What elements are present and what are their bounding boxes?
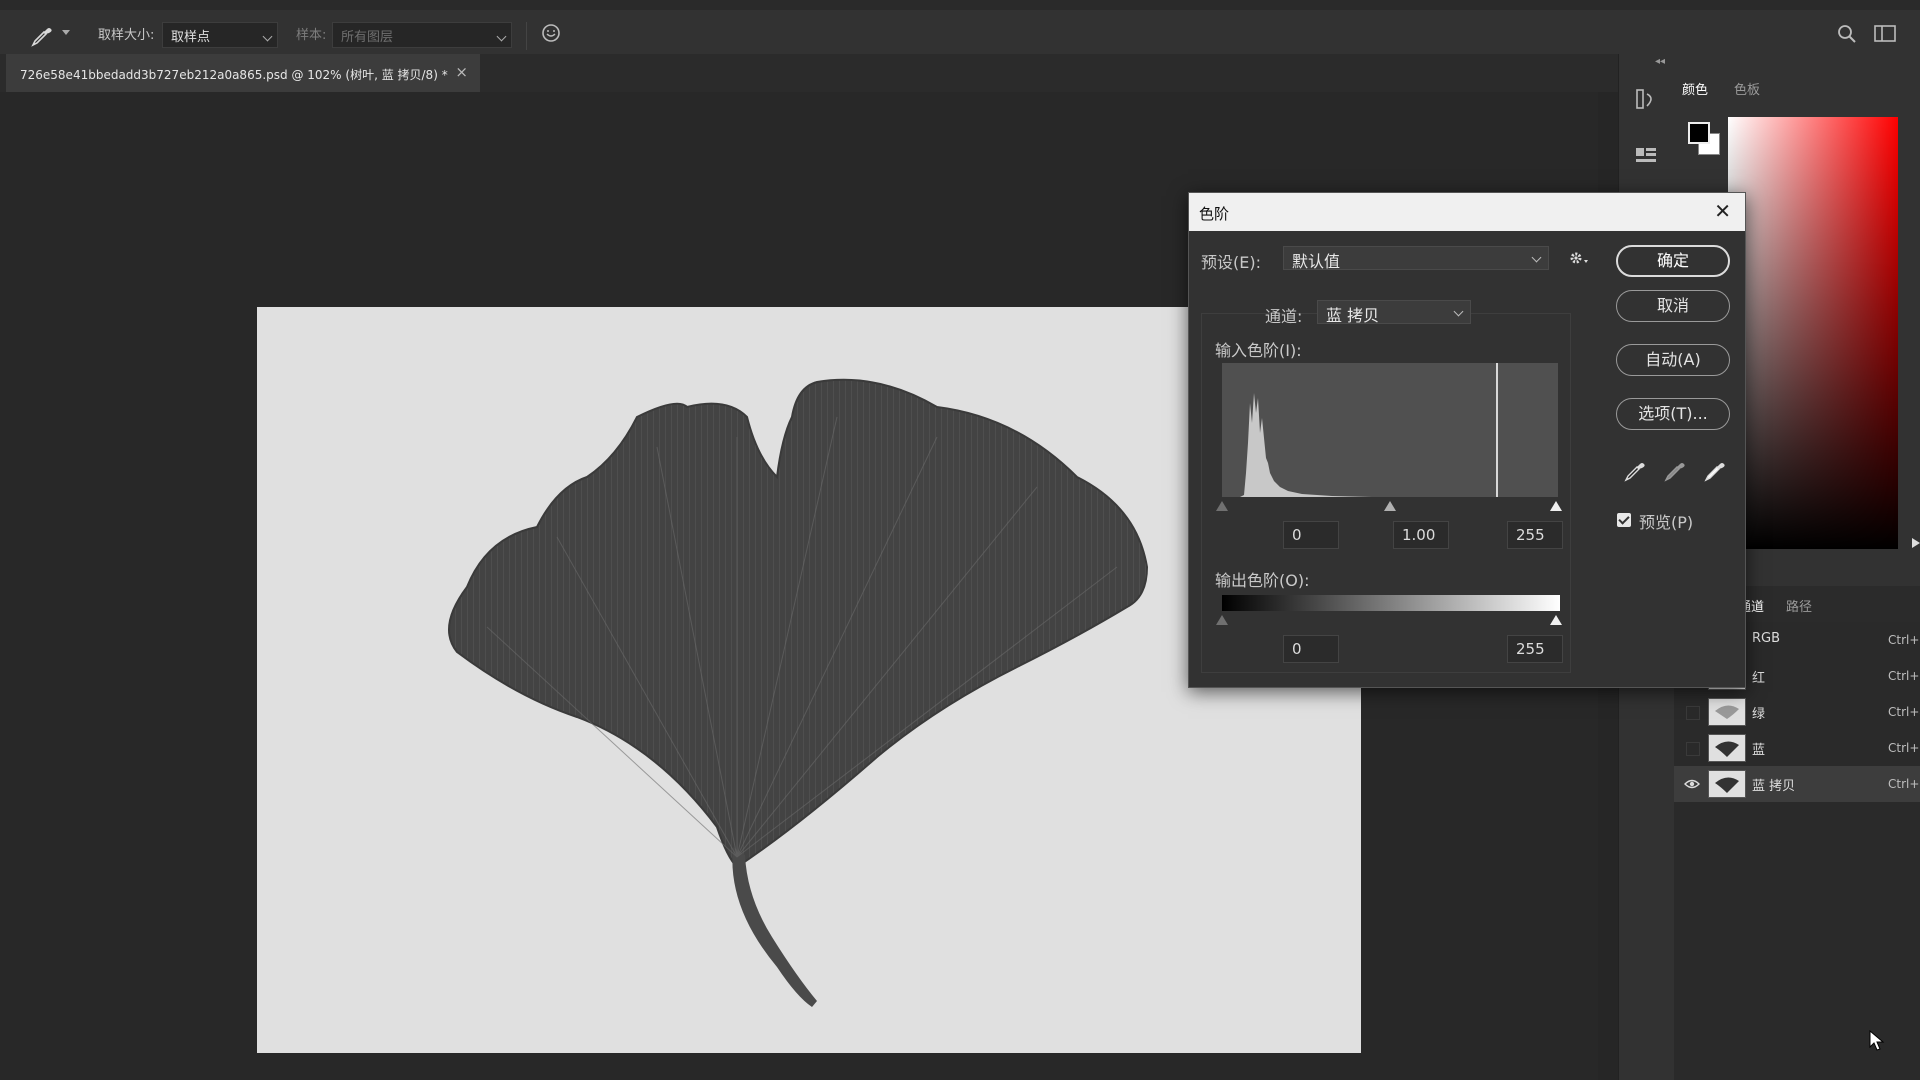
output-white-slider[interactable] bbox=[1550, 615, 1562, 625]
channel-name: 蓝 bbox=[1752, 743, 1766, 758]
sample-value: 所有图层 bbox=[341, 30, 394, 45]
input-levels-label: 输入色阶(I): bbox=[1215, 341, 1302, 360]
close-icon[interactable]: ✕ bbox=[1714, 199, 1731, 223]
channel-thumbnail bbox=[1708, 698, 1746, 726]
eyedropper-tool-preset[interactable] bbox=[30, 22, 62, 50]
output-levels-label: 输出色阶(O): bbox=[1215, 571, 1310, 590]
auto-button[interactable]: 自动(A) bbox=[1616, 344, 1730, 376]
cancel-button[interactable]: 取消 bbox=[1616, 290, 1730, 322]
sample-select[interactable]: 所有图层 bbox=[332, 22, 512, 48]
sample-size-select[interactable]: 取样点 bbox=[162, 22, 278, 48]
input-black-slider[interactable] bbox=[1216, 501, 1228, 511]
history-panel-icon[interactable] bbox=[1633, 86, 1661, 114]
channel-value: 蓝 拷贝 bbox=[1326, 306, 1380, 325]
channel-shortcut: Ctrl+4 bbox=[1888, 705, 1920, 719]
sample-size-label: 取样大小: bbox=[98, 28, 155, 43]
histogram bbox=[1222, 363, 1558, 497]
visibility-toggle[interactable] bbox=[1686, 706, 1700, 720]
tab-color[interactable]: 颜色 bbox=[1682, 79, 1708, 98]
hue-slider-marker[interactable] bbox=[1912, 538, 1920, 548]
divider bbox=[526, 22, 527, 50]
gray-point-eyedropper-icon[interactable] bbox=[1663, 459, 1687, 483]
sample-label: 样本: bbox=[296, 28, 327, 43]
document-tab-title: 726e58e41bbedadd3b727eb212a0a865.psd @ 1… bbox=[20, 68, 448, 82]
foreground-color-swatch[interactable] bbox=[1688, 122, 1710, 144]
channels-list: RGB Ctrl+2 红 Ctrl+3 绿 Ctrl+4 蓝 Ctrl+5 bbox=[1674, 622, 1920, 1080]
white-point-eyedropper-icon[interactable] bbox=[1703, 459, 1727, 483]
eyedropper-icon bbox=[31, 28, 52, 47]
channel-name: RGB bbox=[1752, 631, 1781, 646]
input-white-field[interactable]: 255 bbox=[1507, 521, 1563, 549]
input-black-field[interactable]: 0 bbox=[1283, 521, 1339, 549]
input-white-slider[interactable] bbox=[1550, 501, 1562, 511]
channel-thumbnail bbox=[1708, 734, 1746, 762]
input-gamma-slider[interactable] bbox=[1384, 501, 1396, 511]
channel-label: 通道: bbox=[1265, 307, 1303, 326]
document-tab-bar: 726e58e41bbedadd3b727eb212a0a865.psd @ 1… bbox=[0, 54, 1618, 92]
channel-row-blue[interactable]: 蓝 Ctrl+5 bbox=[1674, 730, 1920, 766]
mouse-cursor-icon bbox=[1869, 1029, 1885, 1056]
output-black-slider[interactable] bbox=[1216, 615, 1228, 625]
properties-panel-icon[interactable] bbox=[1633, 142, 1661, 170]
histogram-graph bbox=[1240, 363, 1498, 497]
channel-row-blue-copy[interactable]: 蓝 拷贝 Ctrl+6 bbox=[1674, 766, 1920, 802]
chevron-down-icon bbox=[262, 31, 273, 42]
tab-swatches[interactable]: 色板 bbox=[1734, 79, 1760, 98]
visibility-toggle[interactable] bbox=[1686, 742, 1700, 756]
black-point-eyedropper-icon[interactable] bbox=[1623, 459, 1647, 483]
preset-select[interactable]: 默认值 bbox=[1283, 246, 1549, 271]
output-gradient-bar bbox=[1222, 595, 1560, 611]
preview-checkbox[interactable] bbox=[1617, 513, 1631, 527]
close-icon[interactable]: × bbox=[455, 63, 468, 81]
color-picker-field[interactable] bbox=[1728, 117, 1898, 549]
channel-name: 蓝 拷贝 bbox=[1752, 779, 1796, 794]
sample-size-value: 取样点 bbox=[171, 30, 211, 45]
options-bar: 取样大小: 取样点 样本: 所有图层 bbox=[0, 0, 1920, 54]
chevron-down-icon bbox=[496, 31, 507, 42]
channel-name: 红 bbox=[1752, 671, 1766, 686]
options-button[interactable]: 选项(T)... bbox=[1616, 398, 1730, 430]
ok-button[interactable]: 确定 bbox=[1616, 245, 1730, 277]
channel-shortcut: Ctrl+6 bbox=[1888, 777, 1920, 791]
chevron-down-icon[interactable] bbox=[62, 30, 70, 35]
tab-paths[interactable]: 路径 bbox=[1786, 596, 1812, 615]
channel-name: 绿 bbox=[1752, 707, 1766, 722]
color-panel-tabs: 颜色 色板 bbox=[1674, 71, 1920, 101]
collapse-icon[interactable]: ◂◂ bbox=[1655, 56, 1665, 67]
eye-icon[interactable] bbox=[1684, 776, 1700, 792]
channel-row-green[interactable]: 绿 Ctrl+4 bbox=[1674, 694, 1920, 730]
channel-thumbnail bbox=[1708, 770, 1746, 798]
preset-value: 默认值 bbox=[1292, 252, 1341, 271]
target-icon[interactable] bbox=[540, 22, 562, 48]
levels-dialog: 色阶 ✕ 预设(E): 默认值 通道: 蓝 拷贝 输入色阶(I): 0 1.00… bbox=[1188, 192, 1746, 688]
chevron-down-icon bbox=[1453, 306, 1464, 317]
document-tab[interactable]: 726e58e41bbedadd3b727eb212a0a865.psd @ 1… bbox=[6, 54, 480, 92]
chevron-down-icon bbox=[1531, 252, 1542, 263]
channel-shortcut: Ctrl+3 bbox=[1888, 669, 1920, 683]
channel-shortcut: Ctrl+2 bbox=[1888, 633, 1920, 647]
channel-shortcut: Ctrl+5 bbox=[1888, 741, 1920, 755]
dialog-title-bar[interactable]: 色阶 ✕ bbox=[1189, 193, 1745, 231]
output-white-field[interactable]: 255 bbox=[1507, 635, 1563, 663]
dialog-title: 色阶 bbox=[1199, 205, 1230, 223]
preset-label: 预设(E): bbox=[1201, 253, 1261, 272]
output-black-field[interactable]: 0 bbox=[1283, 635, 1339, 663]
search-icon[interactable] bbox=[1836, 23, 1858, 49]
input-gamma-field[interactable]: 1.00 bbox=[1393, 521, 1449, 549]
workspace-icon[interactable] bbox=[1874, 24, 1896, 48]
channel-select[interactable]: 蓝 拷贝 bbox=[1317, 300, 1471, 325]
preview-label: 预览(P) bbox=[1639, 513, 1694, 532]
gear-icon[interactable] bbox=[1567, 248, 1591, 272]
